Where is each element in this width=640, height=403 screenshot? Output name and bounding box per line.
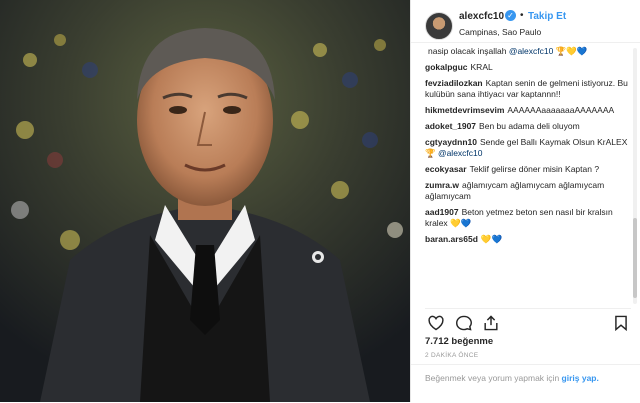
bookmark-icon[interactable] xyxy=(613,315,629,331)
add-comment-bar: Beğenmek veya yorum yapmak için giriş ya… xyxy=(411,364,640,403)
comment-suffix: 🏆💛💙 xyxy=(553,46,588,56)
comment-item: cgtyaydnn10 Sende gel Ballı Kaymak Olsun … xyxy=(425,137,629,159)
comment-text: Ben bu adama deli oluyom xyxy=(479,121,580,131)
comment-text: Teklif gelirse döner misin Kaptan ? xyxy=(469,164,600,174)
comment-item: fevziadilozkan Kaptan senin de gelmeni is… xyxy=(425,78,629,100)
separator-dot: • xyxy=(520,10,524,21)
login-link[interactable]: giriş yap. xyxy=(562,373,599,383)
comment-user[interactable]: fevziadilozkan xyxy=(425,78,483,88)
username[interactable]: alexcfc10 xyxy=(459,11,504,22)
likes-count[interactable]: 7.712 beğenme xyxy=(425,336,493,347)
add-comment-text: Beğenmek veya yorum yapmak için xyxy=(425,373,562,383)
comment-user[interactable]: hikmetdevrimsevim xyxy=(425,105,504,115)
post-side-panel: alexcfc10 ✓ • Takip Et Campinas, Sao Pau… xyxy=(410,0,640,402)
scrollbar-thumb[interactable] xyxy=(633,218,637,298)
comment-item: nasip olacak inşallah @alexcfc10 🏆💛💙 xyxy=(425,46,629,57)
comment-text: nasip olacak inşallah xyxy=(428,46,509,56)
comment-user[interactable]: ecokyasar xyxy=(425,164,467,174)
comments-scrollbar[interactable] xyxy=(633,48,637,304)
post-timestamp: 2 DAKİKA ÖNCE xyxy=(425,352,479,359)
add-comment-prompt: Beğenmek veya yorum yapmak için giriş ya… xyxy=(425,373,635,384)
comment-icon[interactable] xyxy=(455,315,473,331)
comments-list[interactable]: nasip olacak inşallah @alexcfc10 🏆💛💙 gok… xyxy=(425,46,629,302)
comment-item: ecokyasar Teklif gelirse döner misin Kapt… xyxy=(425,164,629,175)
comment-text: AAAAAAaaaaaaaAAAAAAA xyxy=(507,105,615,115)
action-bar xyxy=(425,308,631,335)
post-photo[interactable] xyxy=(0,0,410,402)
comment-user[interactable]: cgtyaydnn10 xyxy=(425,137,477,147)
comment-item: zumra.w ağlamıycam ağlamıycam ağlamıycam … xyxy=(425,180,629,202)
comment-user[interactable]: aad1907 xyxy=(425,207,459,217)
comment-item: adoket_1907 Ben bu adama deli oluyom xyxy=(425,121,629,132)
comment-item: gokalpguc KRAL xyxy=(425,62,629,73)
comment-item: aad1907 Beton yetmez beton sen nasıl bir … xyxy=(425,207,629,229)
comment-mention[interactable]: @alexcfc10 xyxy=(509,46,554,56)
share-icon[interactable] xyxy=(482,315,500,331)
comment-text: 💛💙 xyxy=(480,234,503,244)
photo-illustration xyxy=(0,0,410,402)
comment-user[interactable]: adoket_1907 xyxy=(425,121,476,131)
follow-button[interactable]: Takip Et xyxy=(528,11,566,22)
avatar[interactable] xyxy=(425,12,453,40)
comment-user[interactable]: gokalpguc xyxy=(425,62,468,72)
comment-mention[interactable]: @alexcfc10 xyxy=(438,148,483,158)
comment-user[interactable]: zumra.w xyxy=(425,180,459,190)
heart-icon[interactable] xyxy=(427,315,445,331)
location-link[interactable]: Campinas, Sao Paulo xyxy=(459,27,541,37)
comment-item: baran.ars65d 💛💙 xyxy=(425,234,629,245)
comment-item: hikmetdevrimsevim AAAAAAaaaaaaaAAAAAAA xyxy=(425,105,629,116)
comment-user[interactable]: baran.ars65d xyxy=(425,234,478,244)
comment-text: KRAL xyxy=(470,62,493,72)
verified-badge-icon: ✓ xyxy=(505,10,516,21)
post-header: alexcfc10 ✓ • Takip Et Campinas, Sao Pau… xyxy=(411,0,640,43)
